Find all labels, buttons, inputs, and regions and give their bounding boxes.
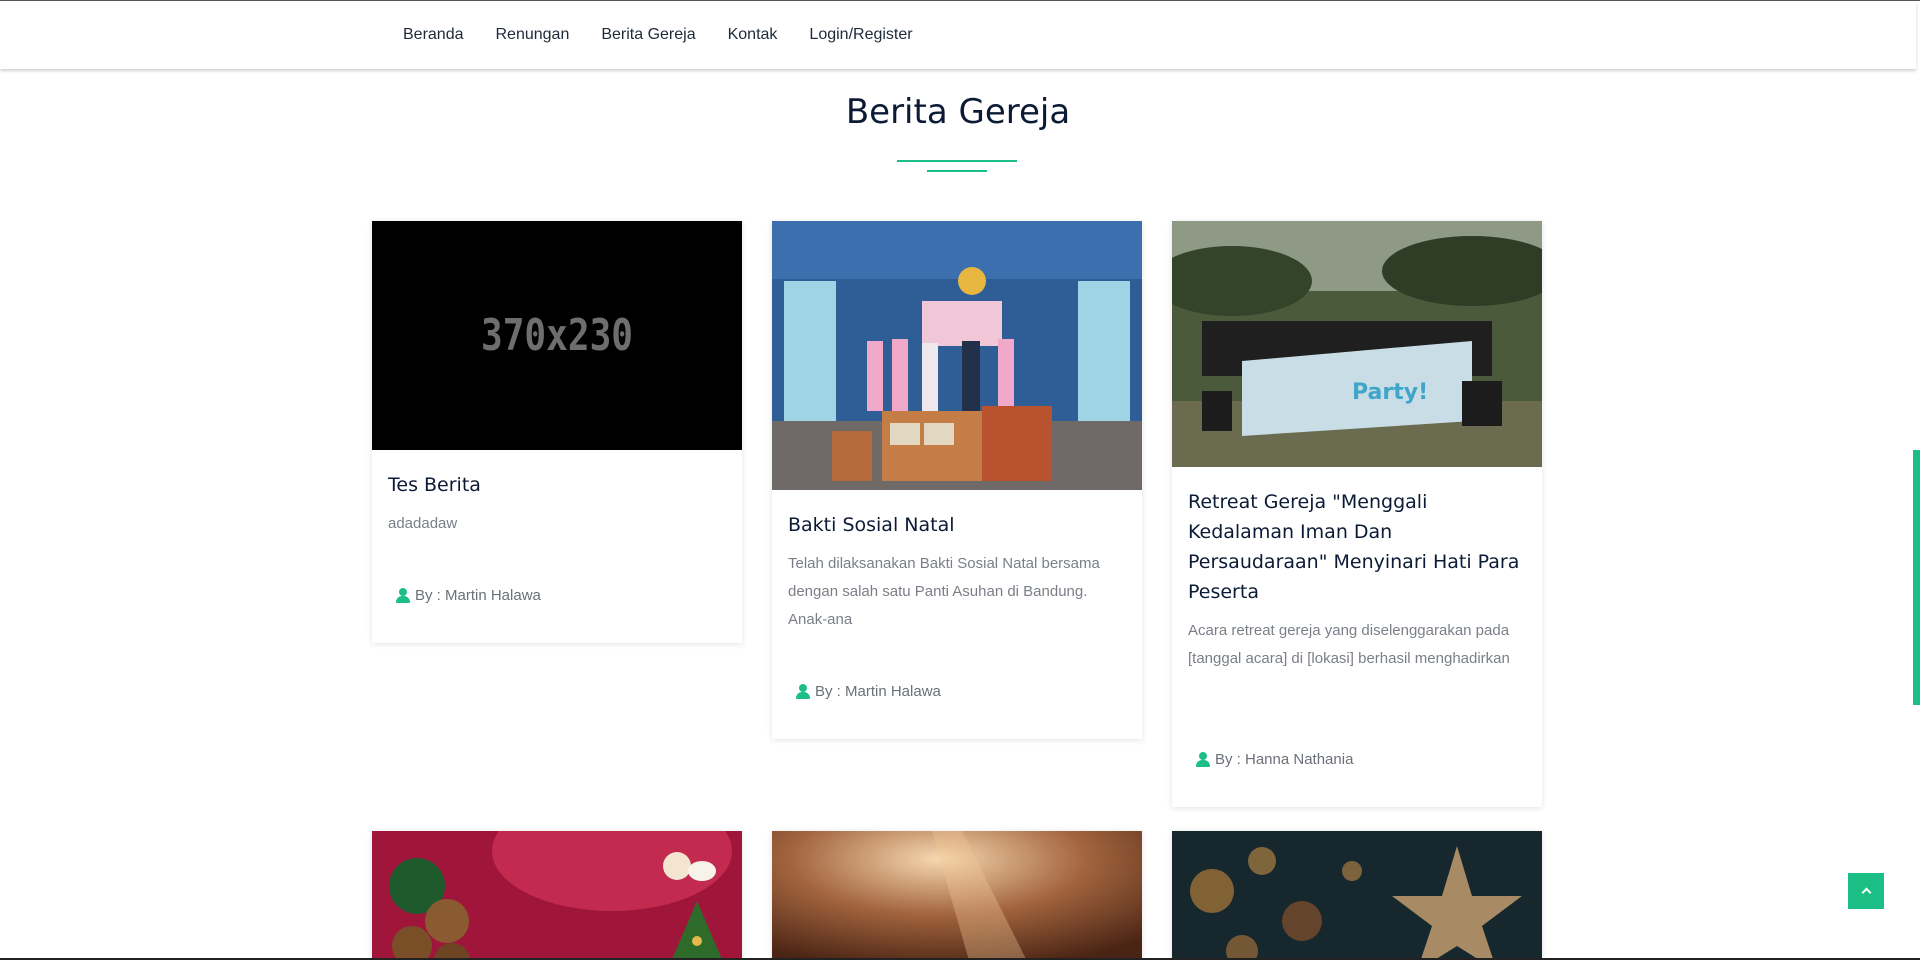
news-card-excerpt: adadadaw — [388, 515, 458, 532]
scrollbar-thumb[interactable] — [1913, 450, 1920, 705]
nav-kontak[interactable]: Kontak — [728, 26, 778, 44]
news-card-title[interactable]: Retreat Gereja "Menggali Kedalaman Iman … — [1188, 487, 1526, 607]
user-icon — [1196, 752, 1210, 767]
user-icon — [396, 588, 410, 603]
svg-text:Party!: Party! — [1352, 380, 1428, 405]
news-card-title[interactable]: Tes Berita — [388, 470, 726, 500]
news-card-image[interactable]: 370x230 — [372, 221, 742, 450]
title-underline-short — [927, 170, 987, 172]
news-card-body: Tes Berita adadadaw — [372, 450, 742, 538]
news-card-body: Retreat Gereja "Menggali Kedalaman Iman … — [1172, 467, 1542, 673]
christmas-photo — [372, 831, 742, 960]
news-card-image[interactable] — [372, 831, 742, 960]
navbar: Beranda Renungan Berita Gereja Kontak Lo… — [0, 1, 1916, 69]
news-card-author: By : Hanna Nathania — [1196, 751, 1353, 768]
news-card[interactable]: 370x230 Tes Berita adadadaw By : Martin … — [372, 221, 742, 643]
news-card[interactable]: Party! Retreat Gereja "Menggali Kedalama… — [1172, 221, 1542, 807]
chevron-up-icon — [1861, 887, 1871, 898]
author-name: By : Martin Halawa — [815, 683, 941, 700]
news-card-image[interactable] — [1172, 831, 1542, 960]
nav-beranda[interactable]: Beranda — [403, 26, 464, 44]
news-card-author: By : Martin Halawa — [796, 683, 941, 700]
star-photo — [1172, 831, 1542, 960]
news-card-image[interactable]: Party! — [1172, 221, 1542, 467]
news-card[interactable] — [372, 831, 742, 960]
news-card-image[interactable] — [772, 221, 1142, 490]
news-card-image[interactable] — [772, 831, 1142, 960]
news-card-title[interactable]: Bakti Sosial Natal — [788, 510, 1126, 540]
news-card[interactable] — [772, 831, 1142, 960]
back-to-top-button[interactable] — [1848, 873, 1884, 909]
nav-login-register[interactable]: Login/Register — [809, 26, 912, 44]
news-card-excerpt: Acara retreat gereja yang diselenggaraka… — [1188, 622, 1510, 667]
section-title: Berita Gereja — [845, 92, 1071, 132]
nav-renungan[interactable]: Renungan — [496, 26, 570, 44]
author-name: By : Martin Halawa — [415, 587, 541, 604]
news-card-body: Bakti Sosial Natal Telah dilaksanakan Ba… — [772, 490, 1142, 634]
nav-menu: Beranda Renungan Berita Gereja Kontak Lo… — [403, 1, 913, 69]
author-name: By : Hanna Nathania — [1215, 751, 1354, 768]
user-icon — [796, 684, 810, 699]
news-card[interactable]: Bakti Sosial Natal Telah dilaksanakan Ba… — [772, 221, 1142, 739]
light-photo — [772, 831, 1142, 960]
nav-berita-gereja[interactable]: Berita Gereja — [601, 26, 695, 44]
charity-photo — [772, 221, 1142, 490]
news-card-author: By : Martin Halawa — [396, 587, 541, 604]
placeholder-image-text: 370x230 — [480, 310, 634, 361]
retreat-photo: Party! — [1172, 221, 1542, 467]
title-underline — [897, 160, 1017, 162]
news-card-excerpt: Telah dilaksanakan Bakti Sosial Natal be… — [788, 555, 1100, 628]
news-card[interactable] — [1172, 831, 1542, 960]
